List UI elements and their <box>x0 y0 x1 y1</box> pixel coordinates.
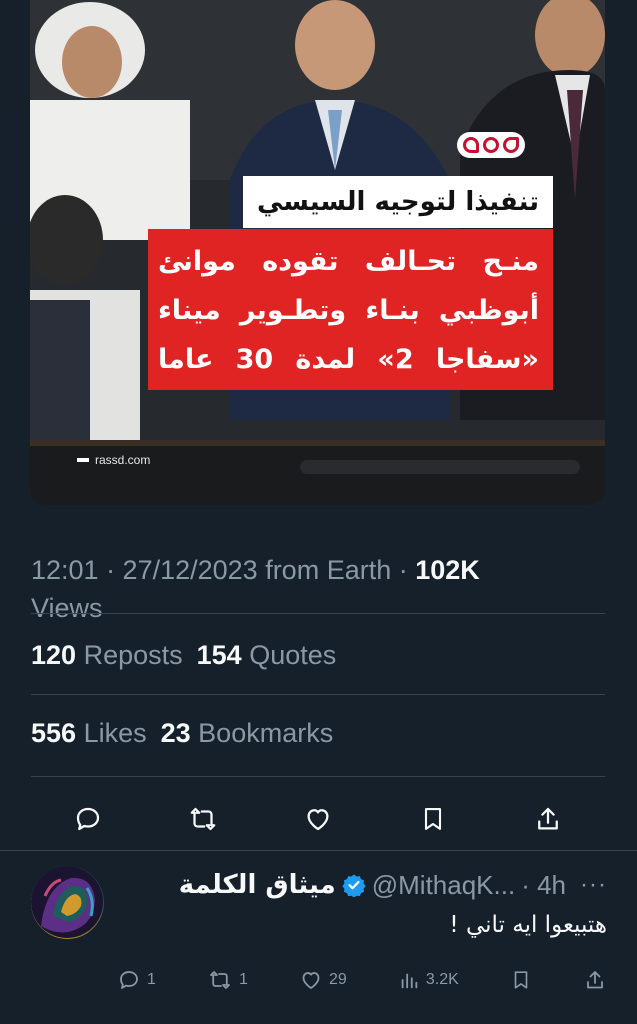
reply-author-handle[interactable]: @MithaqK... <box>372 870 515 901</box>
quotes-label: Quotes <box>249 640 337 670</box>
media-watermark: rassd.com <box>77 453 150 467</box>
reply-icon <box>77 807 100 831</box>
views-label: Views <box>31 593 103 623</box>
like-icon <box>302 972 320 989</box>
like-icon <box>307 809 329 831</box>
repost-icon <box>190 807 216 831</box>
bookmark-icon <box>424 808 441 830</box>
bookmarks-count: 23 <box>160 718 191 748</box>
tweet-media-image[interactable]: تنفيذا لتوجيه السيسي منـح تحـالف تقوده م… <box>30 0 605 505</box>
share-button[interactable] <box>528 799 568 839</box>
views-count: 102K <box>415 555 480 585</box>
likes-link[interactable]: 556 Likes <box>31 718 147 748</box>
reply-text: هتبيعوا ايه تاني ! <box>449 912 607 938</box>
reply-bookmark-button[interactable] <box>510 968 532 992</box>
caption-line-2: أبوظبي بنـاء وتطـوير ميناء <box>158 295 539 326</box>
rassd-logo <box>457 132 525 158</box>
quotes-link[interactable]: 154 Quotes <box>197 640 337 670</box>
bookmarks-label: Bookmarks <box>198 718 334 748</box>
tweet-action-bar <box>31 797 605 841</box>
reply-like-button[interactable]: 29 <box>299 968 347 992</box>
more-options-icon[interactable]: ··· <box>580 871 607 899</box>
bookmark-button[interactable] <box>413 799 453 839</box>
likes-label: Likes <box>83 718 147 748</box>
divider <box>31 694 605 695</box>
reply-views-count: 3.2K <box>425 971 459 988</box>
reply-icon <box>120 971 138 989</box>
repost-icon <box>210 971 230 989</box>
likes-count: 556 <box>31 718 77 748</box>
reply-time[interactable]: · 4h <box>521 870 566 901</box>
like-button[interactable] <box>298 799 338 839</box>
reply-reposts-count: 1 <box>239 971 248 988</box>
repost-button[interactable] <box>183 799 223 839</box>
media-headline-tag: تنفيذا لتوجيه السيسي <box>242 176 553 228</box>
reply-share-button[interactable] <box>583 968 607 992</box>
reposts-count: 120 <box>31 640 77 670</box>
reply-header: ميثاق الكلمة @MithaqK... · 4h ··· <box>179 866 607 904</box>
tweet-detail-page: تنفيذا لتوجيه السيسي منـح تحـالف تقوده م… <box>0 0 637 1024</box>
like-bookmark-stats: 556 Likes 23 Bookmarks <box>31 718 333 749</box>
reply-avatar[interactable] <box>31 866 104 939</box>
reply-reply-button[interactable]: 1 <box>117 968 156 992</box>
caption-line-3: «سفاجا 2» لمدة 30 عاما <box>158 344 539 375</box>
views-icon <box>401 973 418 989</box>
reply-views-button[interactable]: 3.2K <box>398 968 459 992</box>
verified-badge-icon <box>342 874 366 897</box>
reply-button[interactable] <box>68 799 108 839</box>
divider <box>0 850 637 851</box>
tweet-meta: 12:01 · 27/12/2023 from Earth · 102K Vie… <box>31 551 611 627</box>
watermark-text: rassd.com <box>95 453 151 467</box>
share-icon <box>537 807 558 830</box>
reposts-link[interactable]: 120 Reposts <box>31 640 183 670</box>
divider <box>31 776 605 777</box>
reposts-label: Reposts <box>83 640 183 670</box>
caption-line-1: منـح تحـالف تقوده موانئ <box>158 246 539 277</box>
share-icon <box>587 971 603 989</box>
repost-quote-stats: 120 Reposts 154 Quotes <box>31 640 336 671</box>
tweet-timestamp[interactable]: 12:01 · 27/12/2023 from Earth · <box>31 555 415 585</box>
media-red-caption: منـح تحـالف تقوده موانئ أبوظبي بنـاء وتط… <box>148 229 553 390</box>
reply-repost-button[interactable]: 1 <box>207 968 248 992</box>
reply-likes-count: 29 <box>329 971 347 988</box>
divider <box>31 613 605 614</box>
reply-author-name[interactable]: ميثاق الكلمة <box>179 870 336 900</box>
quotes-count: 154 <box>196 640 242 670</box>
bookmark-icon <box>514 971 528 989</box>
reply-action-bar: 1 1 29 3.2K <box>117 960 607 1000</box>
avatar-art <box>31 866 103 938</box>
reply-replies-count: 1 <box>147 971 156 988</box>
bookmarks-link[interactable]: 23 Bookmarks <box>161 718 334 748</box>
